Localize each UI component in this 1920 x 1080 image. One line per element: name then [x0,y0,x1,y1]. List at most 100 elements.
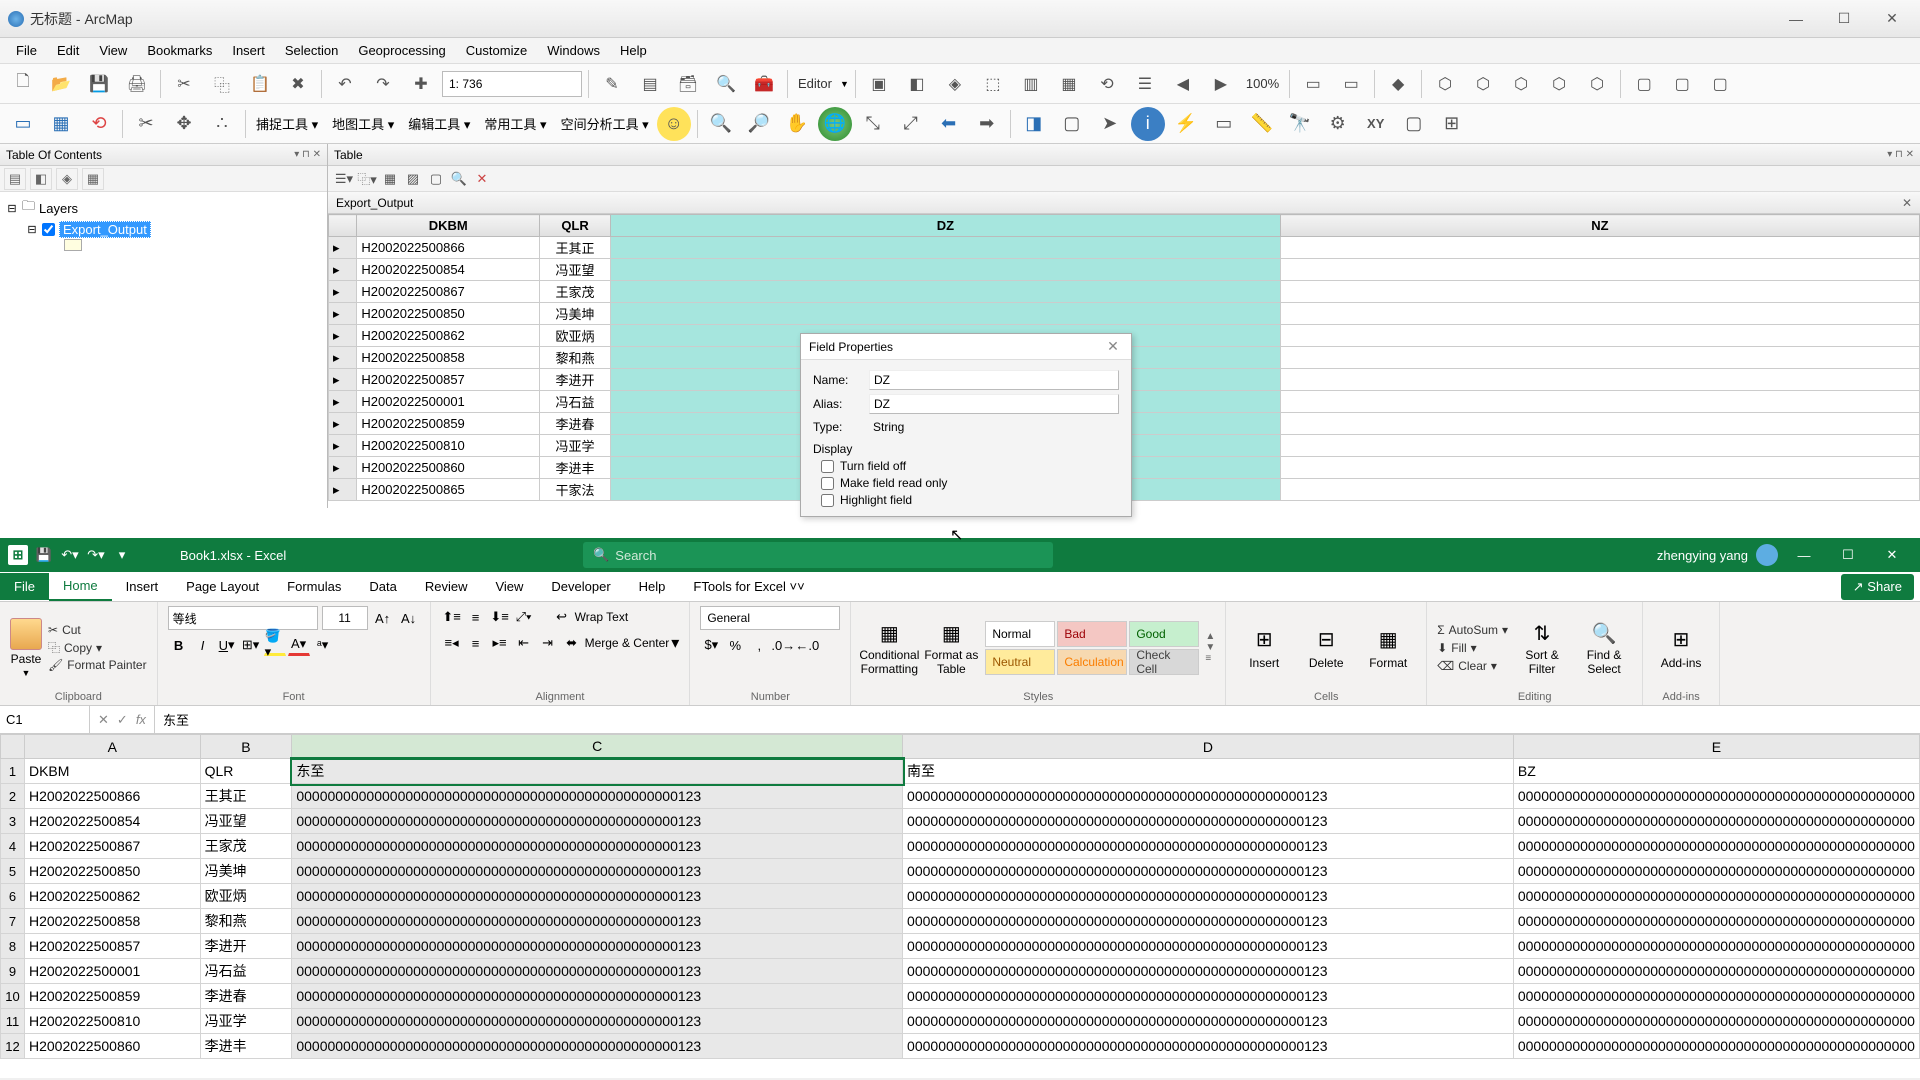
topo-1-icon[interactable]: ⬡ [1428,67,1462,101]
fwd-extent-icon[interactable]: ➡ [970,107,1004,141]
copy-icon[interactable]: ⿻ [205,67,239,101]
select-by-attr-icon[interactable]: ▦ [380,171,400,187]
insert-cells-button[interactable]: ⊞Insert [1236,626,1292,670]
split-icon[interactable]: ▥ [1014,67,1048,101]
feature-templates-icon[interactable]: ▭ [1296,67,1330,101]
fill-color-button[interactable]: 🪣▾ [264,634,286,656]
dialog-close-icon[interactable]: ✕ [1103,338,1123,355]
style-calculation[interactable]: Calculation [1057,649,1127,675]
comma-format-icon[interactable]: , [748,634,770,656]
toolbox-dropdown[interactable]: 地图工具 ▾ [328,112,398,135]
excel-close-button[interactable]: ✕ [1874,547,1910,563]
table-tab[interactable]: Export_Output [336,196,413,210]
tab-ftools-for-excel-˅˅[interactable]: FTools for Excel ˅˅ [679,573,818,600]
save-icon[interactable]: 💾 [82,67,116,101]
decrease-decimal-icon[interactable]: ←.0 [796,634,818,656]
tab-view[interactable]: View [481,573,537,600]
format-cells-button[interactable]: ▦Format [1360,626,1416,670]
topo-4-icon[interactable]: ⬡ [1542,67,1576,101]
font-name-select[interactable] [168,606,318,630]
catalog-icon[interactable]: 🗃 [671,67,705,101]
wrap-text-button[interactable]: ↩ [551,606,573,628]
name-field[interactable] [869,370,1119,390]
table-options-icon[interactable]: ☰▾ [334,171,354,187]
tab-review[interactable]: Review [411,573,482,600]
zoom-to-in-icon[interactable]: ⤡ [856,107,890,141]
increase-decimal-icon[interactable]: .0→ [772,634,794,656]
avatar[interactable] [1756,544,1778,566]
cut-icon[interactable]: ✂ [167,67,201,101]
enter-formula-icon[interactable]: ✓ [117,712,128,728]
toc-toggle-icon[interactable]: ▤ [633,67,667,101]
merge-icon[interactable]: ▦ [1052,67,1086,101]
bottom-align-icon[interactable]: ⬇≡ [489,606,511,628]
number-format-select[interactable] [700,606,840,630]
qat-redo-icon[interactable]: ↷▾ [86,545,106,565]
tree-layers-root[interactable]: ⊟🗀Layers [6,196,321,220]
zoom-to-out-icon[interactable]: ⤢ [894,107,928,141]
tab-page-layout[interactable]: Page Layout [172,573,273,600]
decrease-font-icon[interactable]: A↓ [398,607,420,629]
tool-select-icon[interactable]: ▭ [6,107,40,141]
toolbox-dropdown[interactable]: 常用工具 ▾ [480,112,550,135]
topo-3-icon[interactable]: ⬡ [1504,67,1538,101]
back-extent-icon[interactable]: ⬅ [932,107,966,141]
accounting-format-icon[interactable]: $▾ [700,634,722,656]
search-window-icon[interactable]: 🔍 [709,67,743,101]
create-viewer-icon[interactable]: ⊞ [1435,107,1469,141]
align-left-icon[interactable]: ≡◂ [441,632,463,654]
style-normal[interactable]: Normal [985,621,1055,647]
georef-icon[interactable]: ◆ [1381,67,1415,101]
menu-bookmarks[interactable]: Bookmarks [137,40,222,61]
cut-poly-icon[interactable]: ⬚ [976,67,1010,101]
measure-icon[interactable]: 📏 [1245,107,1279,141]
cut-button[interactable]: ✂Cut [48,622,147,638]
style-good[interactable]: Good [1129,621,1199,647]
menu-windows[interactable]: Windows [537,40,610,61]
tool-node-icon[interactable]: ∴ [205,107,239,141]
tab-developer[interactable]: Developer [537,573,624,600]
next-icon[interactable]: ▶ [1204,67,1238,101]
pointer-icon[interactable]: ➤ [1093,107,1127,141]
formula-input[interactable]: 东至 [155,710,1920,729]
attributes-icon[interactable]: ☰ [1128,67,1162,101]
minimize-button[interactable]: — [1776,7,1816,31]
clear-button[interactable]: ⌫Clear ▾ [1437,658,1508,674]
underline-button[interactable]: U▾ [216,634,238,656]
excel-maximize-button[interactable]: ☐ [1830,547,1866,563]
format-as-table-button[interactable]: ▦Format as Table [923,619,979,675]
tab-help[interactable]: Help [625,573,680,600]
conditional-formatting-button[interactable]: ▦Conditional Formatting [861,619,917,675]
clear-sel-tbl-icon[interactable]: ▢ [426,171,446,187]
editor-dropdown[interactable]: Editor [794,74,836,93]
layout-1-icon[interactable]: ▢ [1627,67,1661,101]
menu-geoprocessing[interactable]: Geoprocessing [348,40,455,61]
toolbox-dropdown[interactable]: 空间分析工具 ▾ [557,112,653,135]
turn-field-off-checkbox[interactable] [821,460,834,473]
topo-5-icon[interactable]: ⬡ [1580,67,1614,101]
styles-scroll-up-icon[interactable]: ▲ [1205,631,1215,642]
add-data-icon[interactable]: ✚ [404,67,438,101]
menu-selection[interactable]: Selection [275,40,348,61]
addins-button[interactable]: ⊞Add-ins [1653,626,1709,670]
emoji-icon[interactable]: ☺ [657,107,691,141]
bold-button[interactable]: B [168,634,190,656]
tree-layer-export-output[interactable]: ⊟Export_Output [6,220,321,239]
zoom-out-icon[interactable]: 🔎 [742,107,776,141]
style-neutral[interactable]: Neutral [985,649,1055,675]
zoom-in-icon[interactable]: 🔍 [704,107,738,141]
list-by-drawing-icon[interactable]: ▤ [4,168,26,190]
tab-data[interactable]: Data [355,573,410,600]
styles-scroll-down-icon[interactable]: ▼ [1205,642,1215,653]
paste-button[interactable]: Paste▼ [10,618,42,678]
delete-cells-button[interactable]: ⊟Delete [1298,626,1354,670]
qat-save-icon[interactable]: 💾 [34,545,54,565]
topo-2-icon[interactable]: ⬡ [1466,67,1500,101]
related-tables-icon[interactable]: ⿻▾ [357,169,377,188]
table-pin-icon[interactable]: ▾ ⊓ ✕ [1887,149,1914,160]
layer-visibility-checkbox[interactable] [42,223,55,236]
tab-home[interactable]: Home [49,572,112,601]
pan-icon[interactable]: ✋ [780,107,814,141]
list-by-visibility-icon[interactable]: ◈ [56,168,78,190]
list-by-selection-icon[interactable]: ▦ [82,168,104,190]
